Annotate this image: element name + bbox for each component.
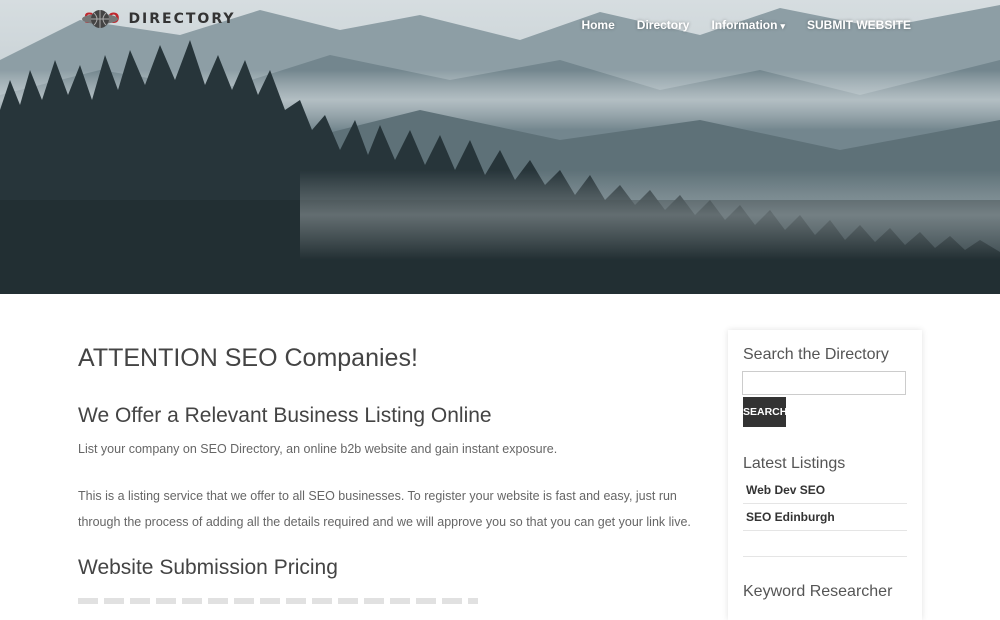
listing-divider — [743, 530, 907, 531]
widget-divider — [743, 556, 907, 557]
latest-listings-title: Latest Listings — [743, 455, 846, 472]
top-navigation-bar: SEO DIRECTORY Home Directory Information… — [0, 0, 1000, 50]
section-heading-pricing: Website Submission Pricing — [78, 556, 338, 579]
search-input[interactable] — [742, 371, 906, 395]
nav-directory[interactable]: Directory — [637, 18, 690, 32]
search-widget-title: Search the Directory — [743, 346, 889, 363]
nav-information[interactable]: Information ▾ — [711, 18, 785, 32]
section-heading-listing: We Offer a Relevant Business Listing Onl… — [78, 404, 492, 427]
listing-divider — [743, 503, 907, 504]
listing-item-web-dev-seo[interactable]: Web Dev SEO — [746, 483, 906, 497]
search-button[interactable]: SEARCH — [743, 397, 787, 427]
nav-home[interactable]: Home — [581, 18, 614, 32]
caret-down-icon: ▾ — [780, 21, 785, 31]
nav-submit-website[interactable]: SUBMIT WEBSITE — [807, 18, 911, 32]
page-title: ATTENTION SEO Companies! — [78, 344, 418, 372]
intro-paragraph: List your company on SEO Directory, an o… — [78, 442, 558, 456]
nav-information-label: Information — [711, 18, 778, 32]
cut-off-text-line — [78, 598, 478, 604]
hero-banner: SEO DIRECTORY Home Directory Information… — [0, 0, 1000, 294]
keyword-researcher-title: Keyword Researcher — [743, 583, 893, 600]
site-logo[interactable]: SEO DIRECTORY — [80, 7, 236, 31]
main-nav: Home Directory Information ▾ SUBMIT WEBSI… — [559, 18, 911, 32]
listing-item-seo-edinburgh[interactable]: SEO Edinburgh — [746, 510, 906, 524]
globe-logo-icon — [82, 10, 118, 28]
body-paragraph: This is a listing service that we offer … — [78, 489, 691, 529]
sidebar-widget: Search the Directory SEARCH Latest Listi… — [728, 330, 922, 620]
logo-text-directory: DIRECTORY — [128, 11, 236, 27]
